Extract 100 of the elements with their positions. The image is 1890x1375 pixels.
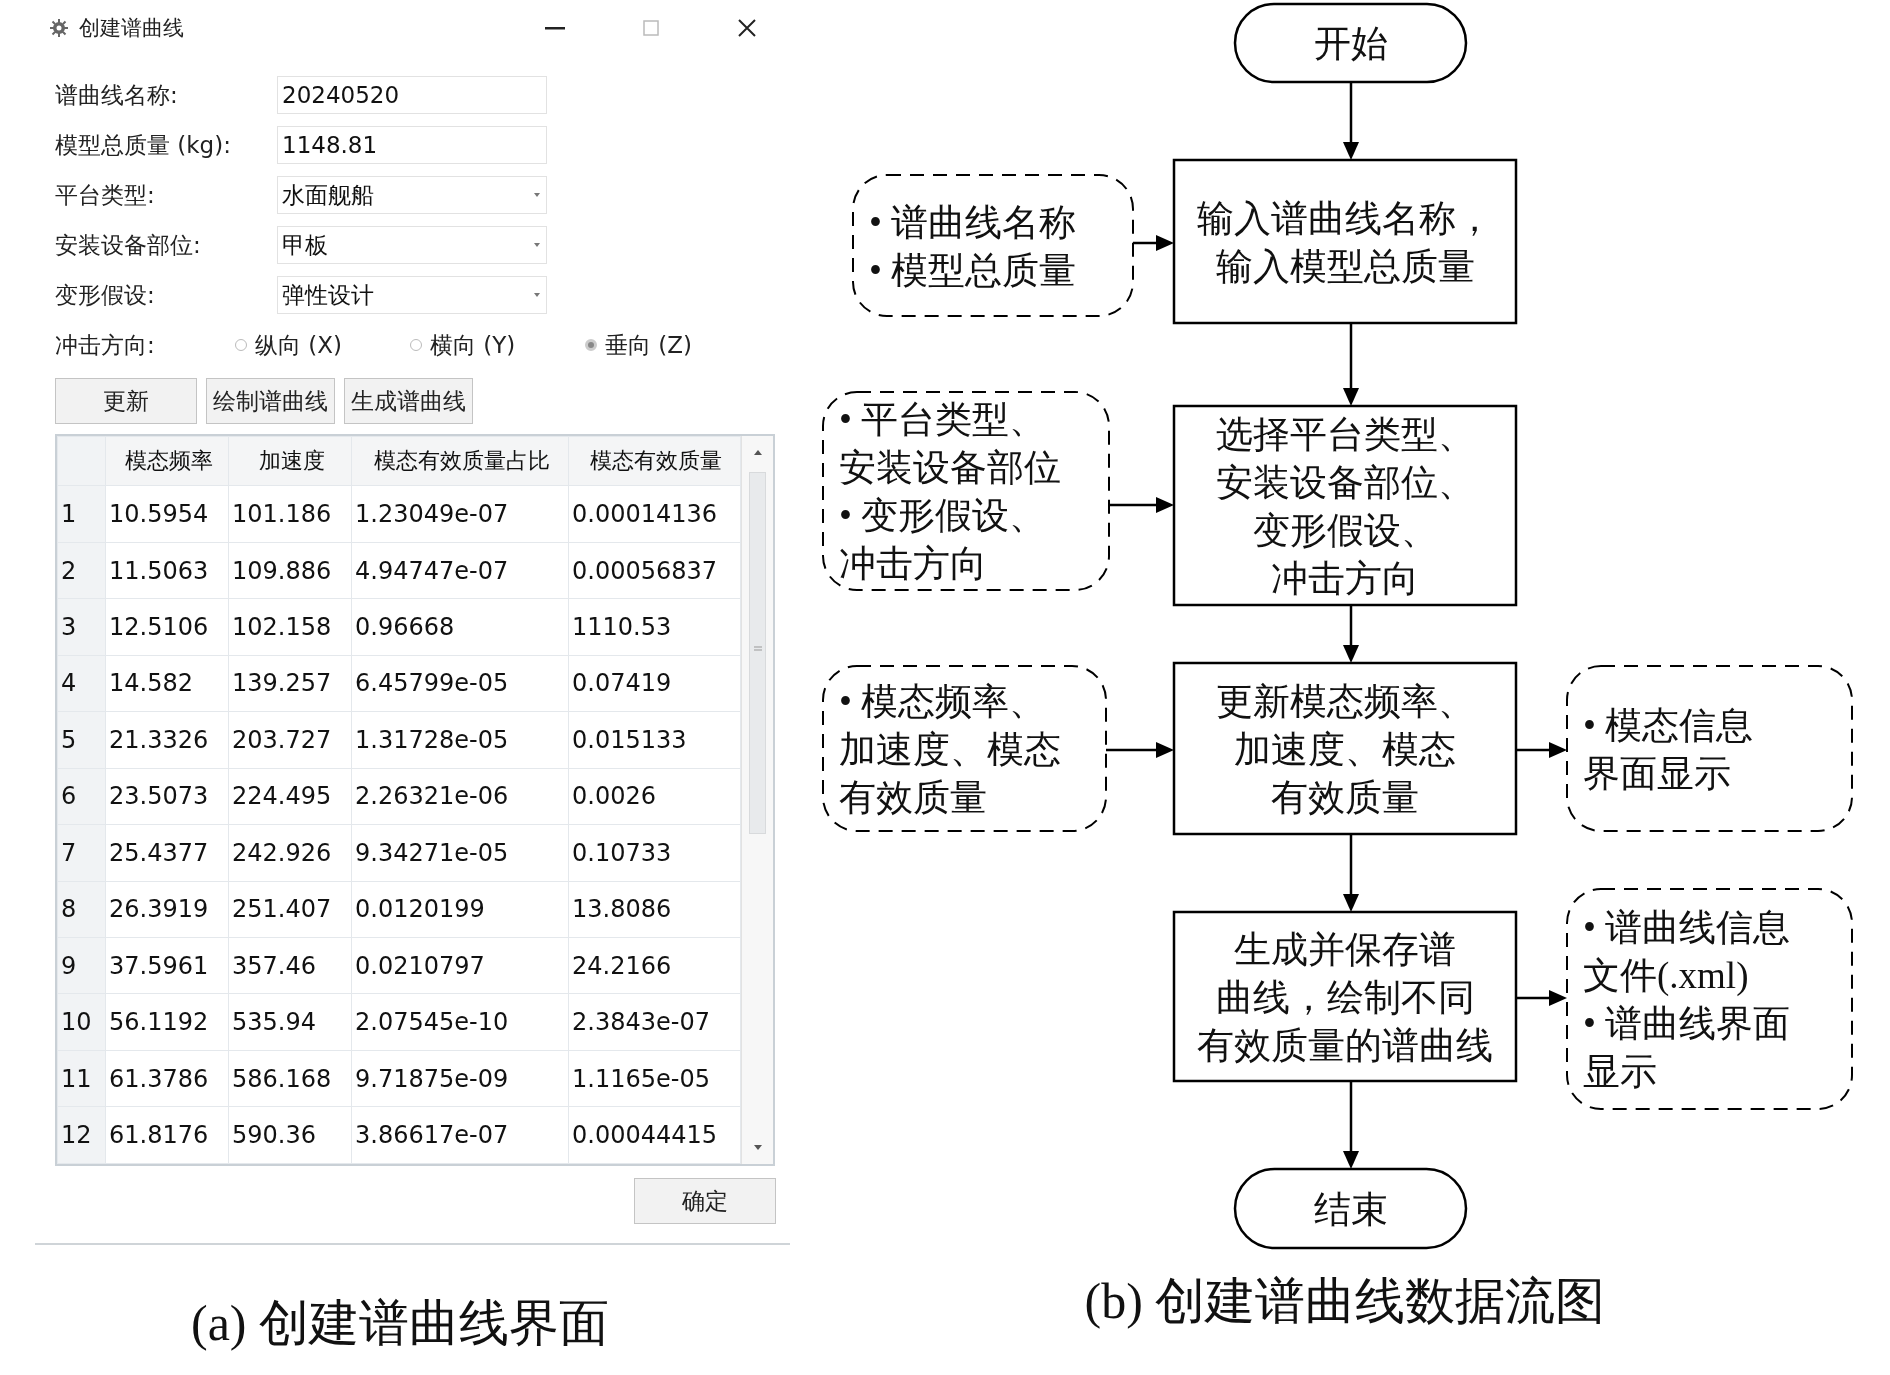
node-text: 文件(.xml): [1583, 955, 1749, 997]
table-cell: 0.0120199: [351, 881, 569, 938]
field-label: 变形假设:: [55, 280, 156, 310]
node-text: • 谱曲线界面: [1583, 1003, 1791, 1045]
node-text: 生成并保存谱: [1234, 928, 1456, 970]
node-text: 冲击方向: [839, 543, 987, 585]
table-cell: 61.3786: [105, 1050, 229, 1107]
radio-icon[interactable]: [410, 339, 422, 351]
node-text: 结束: [1313, 1188, 1388, 1230]
table-cell: 102.158: [228, 598, 352, 656]
table-cell: 10.5954: [105, 485, 229, 543]
column-header[interactable]: 加速度: [228, 436, 352, 486]
table-cell: 0.96668: [351, 598, 569, 656]
table-cell: 9.71875e-09: [351, 1050, 569, 1107]
row-header[interactable]: 3: [57, 598, 106, 656]
table-cell: 23.5073: [105, 768, 229, 825]
field-label: 安装设备部位:: [55, 230, 202, 260]
node-text: 加速度、模态: [839, 728, 1061, 770]
node-text: 加速度、模态: [1234, 728, 1456, 770]
table-cell: 6.45799e-05: [351, 655, 569, 712]
table-cell: 0.00014136: [568, 485, 741, 543]
caret-icon: [534, 193, 540, 197]
table-cell: 4.94747e-07: [351, 542, 569, 599]
input-field[interactable]: 20240520: [277, 76, 547, 114]
arrow: [1516, 742, 1567, 758]
field-label: 模型总质量 (kg):: [55, 130, 232, 160]
table-cell: 26.3919: [105, 881, 229, 938]
table-cell: 61.8176: [105, 1106, 229, 1164]
node-text: 曲线，绘制不同: [1215, 976, 1475, 1018]
scroll-thumb[interactable]: [749, 472, 766, 834]
table-cell: 1.1165e-05: [568, 1050, 741, 1107]
row-header[interactable]: 1: [57, 485, 106, 543]
table-cell: 0.015133: [568, 711, 741, 769]
arrow: [1516, 990, 1567, 1006]
table-cell: 1110.53: [568, 598, 741, 656]
row-header[interactable]: 9: [57, 937, 106, 994]
arrow: [1343, 605, 1359, 663]
node-text: 安装设备部位: [839, 447, 1061, 489]
table-cell: 139.257: [228, 655, 352, 712]
close-icon[interactable]: [737, 18, 757, 38]
action-button[interactable]: 绘制谱曲线: [206, 378, 335, 424]
table-cell: 1.23049e-07: [351, 485, 569, 543]
radio-icon[interactable]: [235, 339, 247, 351]
row-header[interactable]: 10: [57, 994, 106, 1051]
scroll-down-icon[interactable]: [754, 1145, 762, 1150]
table-cell: 251.407: [228, 881, 352, 938]
table-cell: 13.8086: [568, 881, 741, 938]
table-cell: 56.1192: [105, 994, 229, 1051]
radio-icon[interactable]: [585, 339, 597, 351]
table-cell: 224.495: [228, 768, 352, 825]
table-cell: 1.31728e-05: [351, 711, 569, 769]
row-header[interactable]: 4: [57, 655, 106, 712]
caret-icon: [534, 243, 540, 247]
table-cell: 25.4377: [105, 824, 229, 882]
row-header[interactable]: 6: [57, 768, 106, 825]
table-cell: 21.3326: [105, 711, 229, 769]
action-button[interactable]: 更新: [55, 378, 197, 424]
radio-button[interactable]: 垂向 (Z): [585, 329, 745, 361]
table-cell: 0.0210797: [351, 937, 569, 994]
field-label: 平台类型:: [55, 180, 156, 210]
action-button[interactable]: 生成谱曲线: [344, 378, 473, 424]
table-cell: 14.582: [105, 655, 229, 712]
column-header[interactable]: 模态频率: [105, 436, 229, 486]
table-cell: 2.3843e-07: [568, 994, 741, 1051]
table-cell: 0.0026: [568, 768, 741, 825]
table-cell: 0.10733: [568, 824, 741, 882]
node-text: • 变形假设、: [839, 495, 1047, 537]
table-cell: 590.36: [228, 1106, 352, 1164]
node-text: 冲击方向: [1271, 557, 1419, 599]
row-header[interactable]: 8: [57, 881, 106, 938]
radio-button[interactable]: 横向 (Y): [410, 329, 570, 361]
dropdown[interactable]: 甲板: [277, 226, 547, 264]
node-text: • 模态信息: [1583, 704, 1754, 746]
node-text: 显示: [1583, 1051, 1657, 1093]
row-header[interactable]: 12: [57, 1106, 106, 1164]
row-header[interactable]: 11: [57, 1050, 106, 1107]
input-field[interactable]: 1148.81: [277, 126, 547, 164]
table-cell: 2.26321e-06: [351, 768, 569, 825]
dropdown[interactable]: 水面舰船: [277, 176, 547, 214]
node-text: 开始: [1313, 23, 1388, 65]
scroll-up-icon[interactable]: [754, 450, 762, 455]
arrow: [1109, 497, 1174, 513]
row-header[interactable]: 5: [57, 711, 106, 769]
ok-button[interactable]: 确定: [634, 1178, 776, 1224]
table-cell: 37.5961: [105, 937, 229, 994]
node-text: 安装设备部位、: [1215, 461, 1475, 503]
row-header[interactable]: 2: [57, 542, 106, 599]
radio-button[interactable]: 纵向 (X): [235, 329, 395, 361]
minimize-icon[interactable]: [545, 26, 565, 30]
dropdown[interactable]: 弹性设计: [277, 276, 547, 314]
node-text: 选择平台类型、: [1215, 413, 1475, 455]
table-cell: 109.886: [228, 542, 352, 599]
column-header[interactable]: 模态有效质量: [568, 436, 741, 486]
table-cell: 11.5063: [105, 542, 229, 599]
caret-icon: [534, 293, 540, 297]
row-header[interactable]: 7: [57, 824, 106, 882]
column-header[interactable]: 模态有效质量占比: [351, 436, 569, 486]
table-cell: 535.94: [228, 994, 352, 1051]
node-text: 有效质量: [1271, 776, 1419, 818]
node-text: 更新模态频率、: [1215, 680, 1475, 722]
